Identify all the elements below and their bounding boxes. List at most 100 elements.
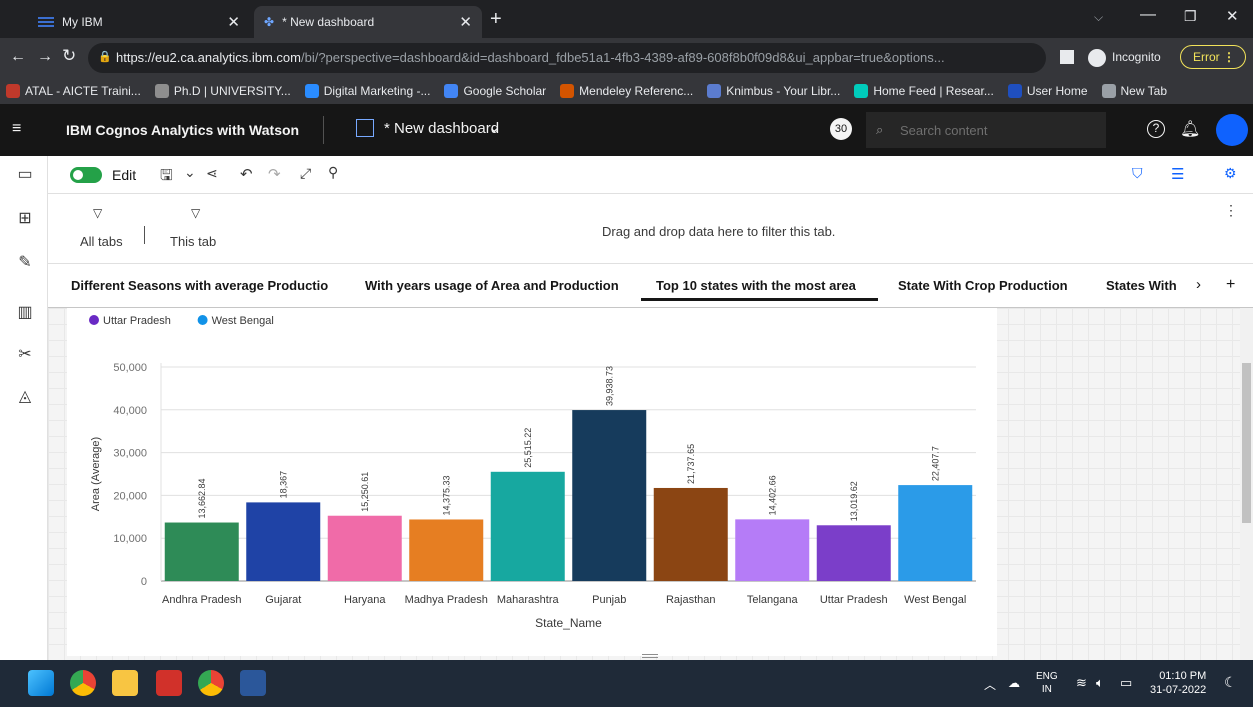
x-tick-label: Rajasthan: [666, 594, 716, 606]
redo-icon[interactable]: ↷: [268, 165, 281, 183]
x-tick-label: Punjab: [592, 594, 626, 606]
undo-icon[interactable]: ↶: [240, 165, 253, 183]
window-close-icon[interactable]: ✕: [1226, 7, 1239, 25]
x-axis-label: State_Name: [535, 616, 602, 630]
bookmark-item[interactable]: Mendeley Referenc...: [560, 84, 693, 98]
add-tab-icon[interactable]: +: [1226, 276, 1235, 294]
file-explorer-icon[interactable]: [112, 670, 138, 696]
word-icon[interactable]: [240, 670, 266, 696]
properties-icon[interactable]: ☰: [1171, 165, 1184, 183]
data-label: 13,019.62: [849, 481, 859, 521]
back-icon[interactable]: ←: [10, 48, 26, 66]
chevron-down-icon[interactable]: ⌄: [488, 118, 501, 136]
browser-toolbar: ← → ↻ 🔒 https://eu2.ca.analytics.ibm.com…: [0, 38, 1253, 78]
filter-drop-hint[interactable]: Drag and drop data here to filter this t…: [602, 224, 835, 239]
tab-crop-production[interactable]: State With Crop Production: [898, 278, 1068, 293]
more-options-icon[interactable]: ⋮: [1224, 202, 1238, 219]
settings-sliders-icon[interactable]: ⚙: [1224, 165, 1237, 182]
filter-pin-icon[interactable]: ⚲: [328, 164, 338, 181]
chrome-incognito-icon[interactable]: [198, 670, 224, 696]
tab-search-icon[interactable]: ⌵: [1094, 10, 1103, 25]
reader-mode-icon[interactable]: [1060, 50, 1074, 64]
tab-states-with[interactable]: States With: [1106, 278, 1186, 293]
bookmark-label: Ph.D | UNIVERSITY...: [173, 84, 291, 98]
fullscreen-icon[interactable]: ⤢: [300, 165, 311, 182]
browser-tab-dashboard[interactable]: ✤ * New dashboard ✕: [254, 6, 482, 38]
browser-tab-myibm[interactable]: My IBM ✕: [28, 6, 250, 38]
language-indicator[interactable]: ENG IN: [1036, 670, 1058, 696]
visualizations-icon[interactable]: ▥: [16, 304, 34, 322]
chevron-right-icon[interactable]: ›: [1196, 276, 1201, 293]
notification-count-badge[interactable]: 30: [830, 118, 852, 140]
bookmark-item[interactable]: New Tab: [1101, 84, 1167, 98]
close-icon[interactable]: ✕: [227, 13, 240, 31]
chrome-icon[interactable]: [70, 670, 96, 696]
chart-widget[interactable]: Uttar Pradesh West Bengal 0 10,000 20,000 30,…: [67, 308, 997, 656]
pin-icon[interactable]: ✎: [16, 254, 34, 272]
tab-top-10-states[interactable]: Top 10 states with the most area: [656, 278, 856, 293]
new-tab-icon[interactable]: +: [490, 8, 502, 31]
bar: [490, 471, 565, 581]
avatar[interactable]: [1216, 114, 1248, 146]
windows-start-icon[interactable]: [28, 670, 54, 696]
volume-icon[interactable]: 🔈︎: [1096, 675, 1104, 691]
edit-label: Edit: [112, 167, 137, 183]
filter-icon[interactable]: ⛉: [1132, 165, 1143, 182]
chevron-up-icon[interactable]: ︿: [984, 676, 996, 693]
x-tick-label: Uttar Pradesh: [820, 594, 888, 606]
tab-area-production[interactable]: With years usage of Area and Production: [365, 278, 619, 293]
filter-icon: ▽: [93, 206, 103, 220]
wifi-icon[interactable]: ≋: [1076, 675, 1087, 691]
menu-icon[interactable]: ≡: [12, 120, 21, 138]
share-icon[interactable]: ⋖: [206, 165, 218, 182]
data-label: 13,662.84: [197, 478, 207, 518]
address-bar[interactable]: 🔒 https://eu2.ca.analytics.ibm.com/bi/?p…: [88, 43, 1046, 73]
data-label: 22,407.7: [930, 446, 940, 481]
data-tree-icon[interactable]: ⊞: [16, 210, 34, 228]
scrollbar-thumb[interactable]: [1242, 363, 1251, 523]
bookmark-item[interactable]: Digital Marketing -...: [304, 84, 430, 98]
bookmark-favicon-icon: [6, 84, 20, 98]
forward-icon[interactable]: →: [37, 48, 53, 66]
bookmark-item[interactable]: Home Feed | Resear...: [854, 84, 994, 98]
battery-icon[interactable]: ▭: [1120, 675, 1132, 691]
search-input[interactable]: ⌕ Search content: [866, 112, 1106, 148]
bookmark-item[interactable]: Ph.D | UNIVERSITY...: [154, 84, 291, 98]
help-icon[interactable]: ?: [1147, 120, 1165, 138]
bookmark-item[interactable]: ATAL - AICTE Traini...: [6, 84, 141, 98]
edit-toggle[interactable]: [70, 167, 102, 183]
scrollbar[interactable]: [1240, 308, 1253, 660]
tools-icon[interactable]: ✂: [16, 346, 34, 364]
y-tick-label: 10,000: [113, 533, 147, 545]
minimize-icon[interactable]: —: [1140, 6, 1156, 24]
this-tab-label[interactable]: This tab: [170, 234, 216, 249]
dashboard-title[interactable]: * New dashboard: [384, 120, 499, 137]
x-tick-label: Andhra Pradesh: [162, 594, 242, 606]
clock[interactable]: 01:10 PM 31-07-2022: [1150, 669, 1206, 697]
data-label: 15,250.61: [360, 472, 370, 512]
bell-icon[interactable]: 🔔︎: [1180, 119, 1200, 139]
bar: [735, 519, 810, 581]
y-tick-label: 40,000: [113, 405, 147, 417]
browser-tab-bar: My IBM ✕ ✤ * New dashboard ✕ + ⌵ — ❐ ✕: [0, 0, 1253, 38]
chevron-down-icon[interactable]: ⌄: [184, 164, 196, 181]
restore-icon[interactable]: ❐: [1184, 8, 1197, 25]
reload-icon[interactable]: ↻: [62, 46, 76, 66]
assistant-icon[interactable]: ◬: [16, 388, 34, 406]
cloud-icon[interactable]: ☁: [1008, 676, 1020, 690]
save-icon[interactable]: 🖫︎: [160, 165, 173, 190]
notifications-icon[interactable]: ☾: [1224, 674, 1237, 691]
resize-handle[interactable]: [642, 654, 658, 658]
error-button[interactable]: Error ⋮: [1180, 45, 1246, 69]
close-icon[interactable]: ✕: [459, 13, 472, 31]
acrobat-icon[interactable]: [156, 670, 182, 696]
all-tabs-label[interactable]: All tabs: [80, 234, 123, 249]
tab-seasons[interactable]: Different Seasons with average Productio: [71, 278, 328, 293]
bookmark-item[interactable]: Google Scholar: [444, 84, 546, 98]
bookmark-item[interactable]: Knimbus - Your Libr...: [707, 84, 840, 98]
filter-icon: ▽: [191, 206, 201, 220]
bookmark-item[interactable]: User Home: [1007, 84, 1088, 98]
comment-icon[interactable]: ▭: [16, 166, 34, 184]
lock-icon: 🔒: [98, 51, 112, 63]
incognito-label: Incognito: [1112, 50, 1161, 64]
